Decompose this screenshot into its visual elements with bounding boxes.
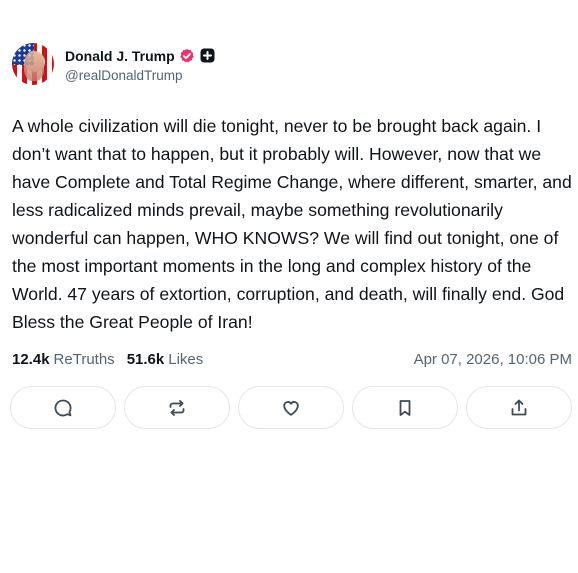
likes-count: 51.6k [126, 350, 165, 368]
post-header: Donald J. Trump @realDonaldTrump [12, 41, 572, 87]
retruths-stat[interactable]: 12.4k ReTruths [12, 351, 115, 368]
reply-icon [54, 399, 72, 416]
like-button[interactable] [238, 386, 344, 429]
post-text: A whole civilization will die tonight, n… [12, 116, 572, 332]
retruth-button[interactable] [124, 386, 230, 429]
retruths-label: ReTruths [53, 350, 115, 368]
post-timestamp[interactable]: Apr 07, 2026, 10:06 PM [414, 351, 572, 368]
post-card: Donald J. Trump @realDonaldTrump A whole… [10, 41, 572, 429]
author-display-name[interactable]: Donald J. Trump [65, 48, 175, 64]
likes-stat[interactable]: 51.6k Likes [127, 351, 204, 368]
bookmark-button[interactable] [352, 386, 458, 429]
author-info: Donald J. Trump @realDonaldTrump [65, 46, 215, 83]
avatar[interactable] [12, 43, 54, 85]
verified-badge-icon [179, 48, 195, 64]
like-icon [283, 400, 299, 416]
plus-badge-icon [200, 48, 215, 63]
likes-label: Likes [168, 350, 204, 368]
reply-button[interactable] [10, 386, 116, 429]
bookmark-icon [399, 399, 411, 416]
post-stats: 12.4k ReTruths 51.6k Likes Apr 07, 2026, 1… [12, 346, 572, 372]
retruths-count: 12.4k [12, 350, 50, 368]
author-handle[interactable]: @realDonaldTrump [65, 68, 215, 83]
share-icon [511, 399, 527, 415]
name-row: Donald J. Trump [65, 46, 215, 66]
action-bar [10, 386, 572, 429]
retruth-icon [169, 399, 185, 416]
share-button[interactable] [466, 386, 572, 429]
